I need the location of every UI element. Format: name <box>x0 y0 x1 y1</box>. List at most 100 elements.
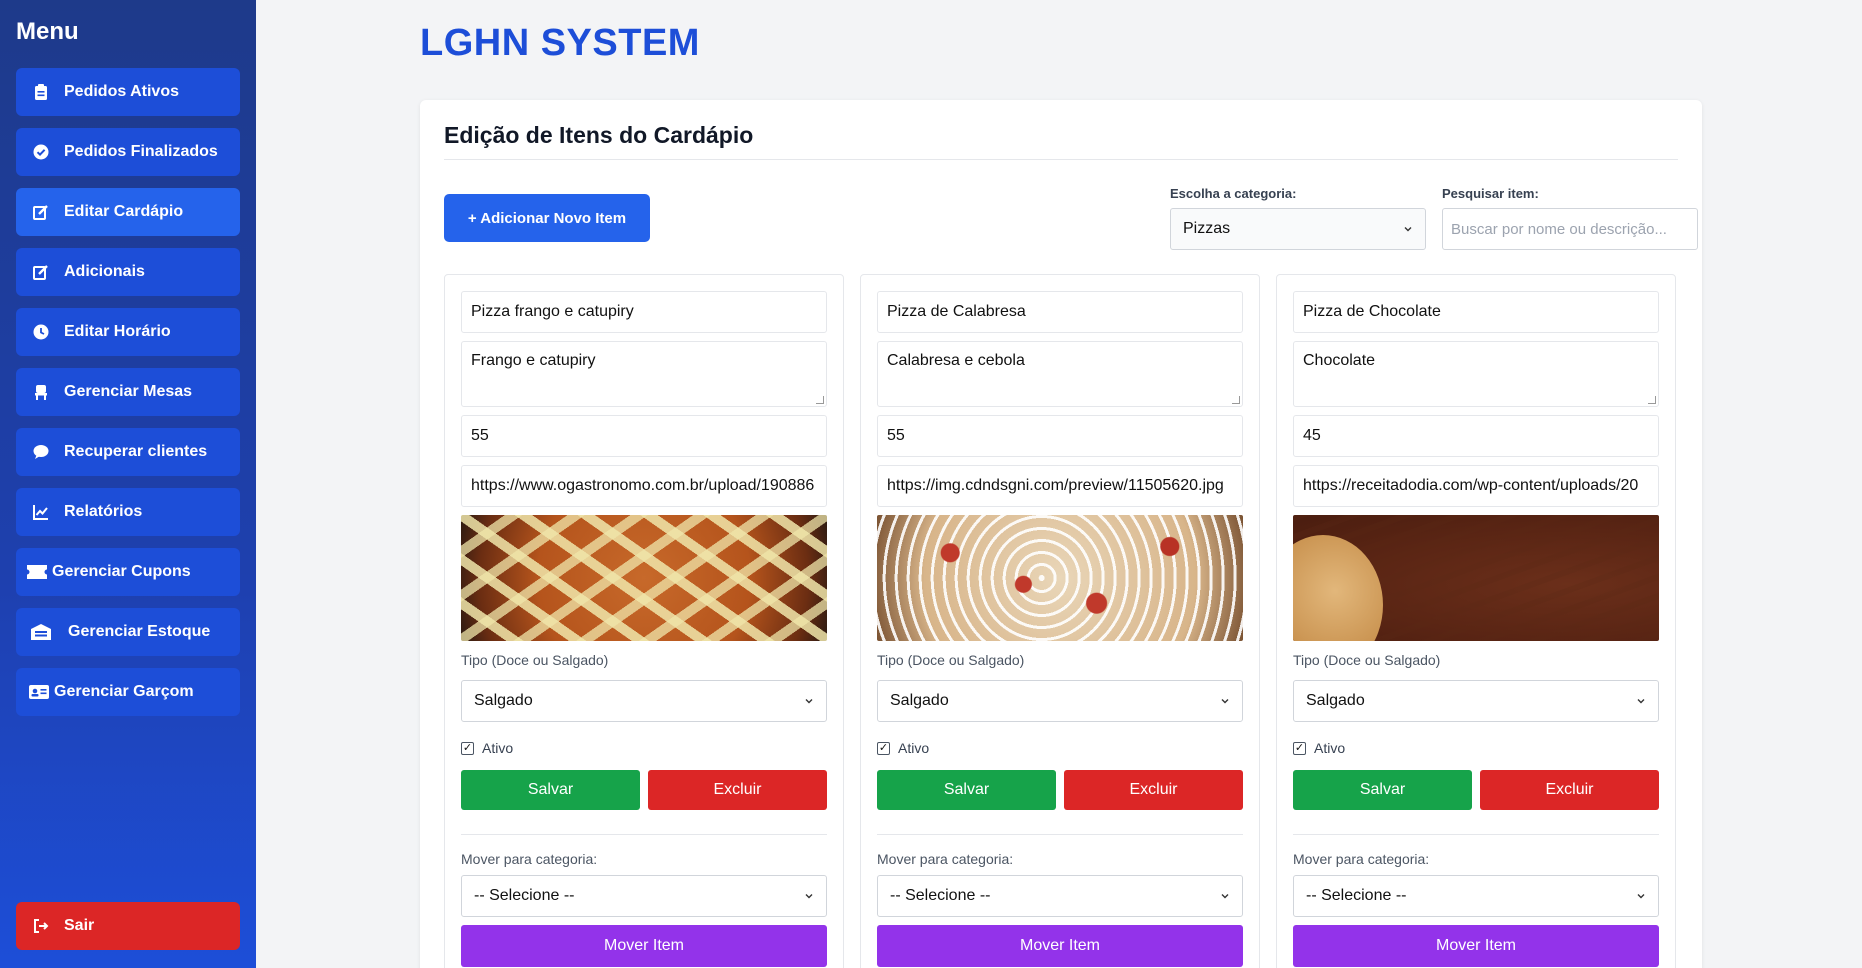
item-name-input[interactable]: Pizza de Calabresa <box>877 291 1243 333</box>
sidebar-item-label: Relatórios <box>64 503 143 520</box>
move-category-select[interactable]: -- Selecione -- <box>461 875 827 917</box>
active-checkbox[interactable]: ✓ <box>877 741 890 755</box>
sidebar-item-label: Gerenciar Estoque <box>68 623 211 640</box>
delete-button[interactable]: Excluir <box>1480 770 1659 810</box>
delete-button[interactable]: Excluir <box>648 770 827 810</box>
move-select-value: -- Selecione -- <box>474 887 575 904</box>
type-value: Salgado <box>474 692 533 709</box>
sidebar-item-label: Adicionais <box>64 263 145 280</box>
logout-label: Sair <box>64 917 95 934</box>
chevron-down-icon <box>1637 894 1645 899</box>
sidebar: Menu Pedidos Ativos Pedidos Finalizados … <box>0 0 256 968</box>
id-card-icon <box>28 683 50 701</box>
sidebar-item-recuperar-clientes[interactable]: Recuperar clientes <box>16 428 240 476</box>
item-price-input[interactable]: 55 <box>461 415 827 457</box>
type-select[interactable]: Salgado <box>461 680 827 722</box>
sidebar-item-label: Gerenciar Cupons <box>52 563 191 580</box>
add-item-button[interactable]: + Adicionar Novo Item <box>444 194 650 242</box>
move-item-button[interactable]: Mover Item <box>877 925 1243 967</box>
item-description-input[interactable]: Frango e catupiry <box>461 341 827 407</box>
item-price-input[interactable]: 55 <box>877 415 1243 457</box>
item-image-url-input[interactable]: https://receitadodia.com/wp-content/uplo… <box>1293 465 1659 507</box>
chevron-down-icon <box>805 894 813 899</box>
sidebar-item-label: Pedidos Finalizados <box>64 143 218 160</box>
edit-icon <box>30 263 52 281</box>
chart-line-icon <box>30 503 52 521</box>
item-description-input[interactable]: Chocolate <box>1293 341 1659 407</box>
warehouse-icon <box>30 623 52 641</box>
chat-icon <box>30 443 52 461</box>
logout-button[interactable]: Sair <box>16 902 240 950</box>
move-item-button[interactable]: Mover Item <box>461 925 827 967</box>
sidebar-item-label: Editar Cardápio <box>64 203 184 220</box>
sidebar-menu: Pedidos Ativos Pedidos Finalizados Edita… <box>16 68 240 716</box>
action-buttons: Salvar Excluir <box>877 770 1243 810</box>
item-image <box>877 515 1243 641</box>
move-category-select[interactable]: -- Selecione -- <box>1293 875 1659 917</box>
type-select[interactable]: Salgado <box>1293 680 1659 722</box>
active-checkbox[interactable]: ✓ <box>1293 741 1306 755</box>
delete-button[interactable]: Excluir <box>1064 770 1243 810</box>
divider <box>461 834 827 835</box>
search-filter: Pesquisar item: Buscar por nome ou descr… <box>1442 186 1698 250</box>
item-description-input[interactable]: Calabresa e cebola <box>877 341 1243 407</box>
item-image-url-input[interactable]: https://img.cdndsgni.com/preview/1150562… <box>877 465 1243 507</box>
active-checkbox[interactable]: ✓ <box>461 741 474 755</box>
active-toggle[interactable]: ✓ Ativo <box>461 740 827 756</box>
sidebar-item-adicionais[interactable]: Adicionais <box>16 248 240 296</box>
sidebar-item-relatorios[interactable]: Relatórios <box>16 488 240 536</box>
item-price-input[interactable]: 45 <box>1293 415 1659 457</box>
divider <box>1293 834 1659 835</box>
type-label: Tipo (Doce ou Salgado) <box>1293 652 1441 668</box>
category-value: Pizzas <box>1183 220 1231 237</box>
sidebar-item-gerenciar-mesas[interactable]: Gerenciar Mesas <box>16 368 240 416</box>
type-select[interactable]: Salgado <box>877 680 1243 722</box>
type-label: Tipo (Doce ou Salgado) <box>461 652 609 668</box>
sidebar-item-editar-horario[interactable]: Editar Horário <box>16 308 240 356</box>
search-input[interactable]: Buscar por nome ou descrição... <box>1442 208 1698 250</box>
sidebar-item-label: Editar Horário <box>64 323 171 340</box>
move-category-select[interactable]: -- Selecione -- <box>877 875 1243 917</box>
item-name-input[interactable]: Pizza de Chocolate <box>1293 291 1659 333</box>
sidebar-item-editar-cardapio[interactable]: Editar Cardápio <box>16 188 240 236</box>
type-value: Salgado <box>1306 692 1365 709</box>
type-label: Tipo (Doce ou Salgado) <box>877 652 1025 668</box>
category-filter: Escolha a categoria: Pizzas <box>1170 186 1426 250</box>
item-image <box>1293 515 1659 641</box>
save-button[interactable]: Salvar <box>1293 770 1472 810</box>
save-button[interactable]: Salvar <box>877 770 1056 810</box>
move-label: Mover para categoria: <box>1293 851 1430 867</box>
sidebar-item-label: Gerenciar Mesas <box>64 383 193 400</box>
move-item-button[interactable]: Mover Item <box>1293 925 1659 967</box>
type-value: Salgado <box>890 692 949 709</box>
item-name-input[interactable]: Pizza frango e catupiry <box>461 291 827 333</box>
sidebar-item-gerenciar-estoque[interactable]: Gerenciar Estoque <box>16 608 240 656</box>
save-button[interactable]: Salvar <box>461 770 640 810</box>
clipboard-icon <box>30 83 52 101</box>
move-select-value: -- Selecione -- <box>1306 887 1407 904</box>
brand-title: LGHN SYSTEM <box>420 22 700 64</box>
item-card: Pizza de Chocolate Chocolate 45 https://… <box>1276 274 1676 968</box>
sidebar-item-gerenciar-cupons[interactable]: Gerenciar Cupons <box>16 548 240 596</box>
move-select-value: -- Selecione -- <box>890 887 991 904</box>
item-image-url-input[interactable]: https://www.ogastronomo.com.br/upload/19… <box>461 465 827 507</box>
item-image <box>461 515 827 641</box>
clock-icon <box>30 323 52 341</box>
active-label: Ativo <box>482 740 514 756</box>
item-card: Pizza frango e catupiry Frango e catupir… <box>444 274 844 968</box>
active-toggle[interactable]: ✓ Ativo <box>1293 740 1659 756</box>
move-label: Mover para categoria: <box>461 851 598 867</box>
sidebar-item-label: Pedidos Ativos <box>64 83 179 100</box>
toolbar: + Adicionar Novo Item Escolha a categori… <box>444 160 1698 250</box>
chevron-down-icon <box>1404 227 1412 232</box>
edit-icon <box>30 203 52 221</box>
sidebar-item-gerenciar-garcom[interactable]: Gerenciar Garçom <box>16 668 240 716</box>
sidebar-item-pedidos-ativos[interactable]: Pedidos Ativos <box>16 68 240 116</box>
active-label: Ativo <box>898 740 930 756</box>
chair-icon <box>30 383 52 401</box>
active-toggle[interactable]: ✓ Ativo <box>877 740 1243 756</box>
category-select[interactable]: Pizzas <box>1170 208 1426 250</box>
action-buttons: Salvar Excluir <box>461 770 827 810</box>
sidebar-item-pedidos-finalizados[interactable]: Pedidos Finalizados <box>16 128 240 176</box>
sidebar-item-label: Recuperar clientes <box>64 443 208 460</box>
